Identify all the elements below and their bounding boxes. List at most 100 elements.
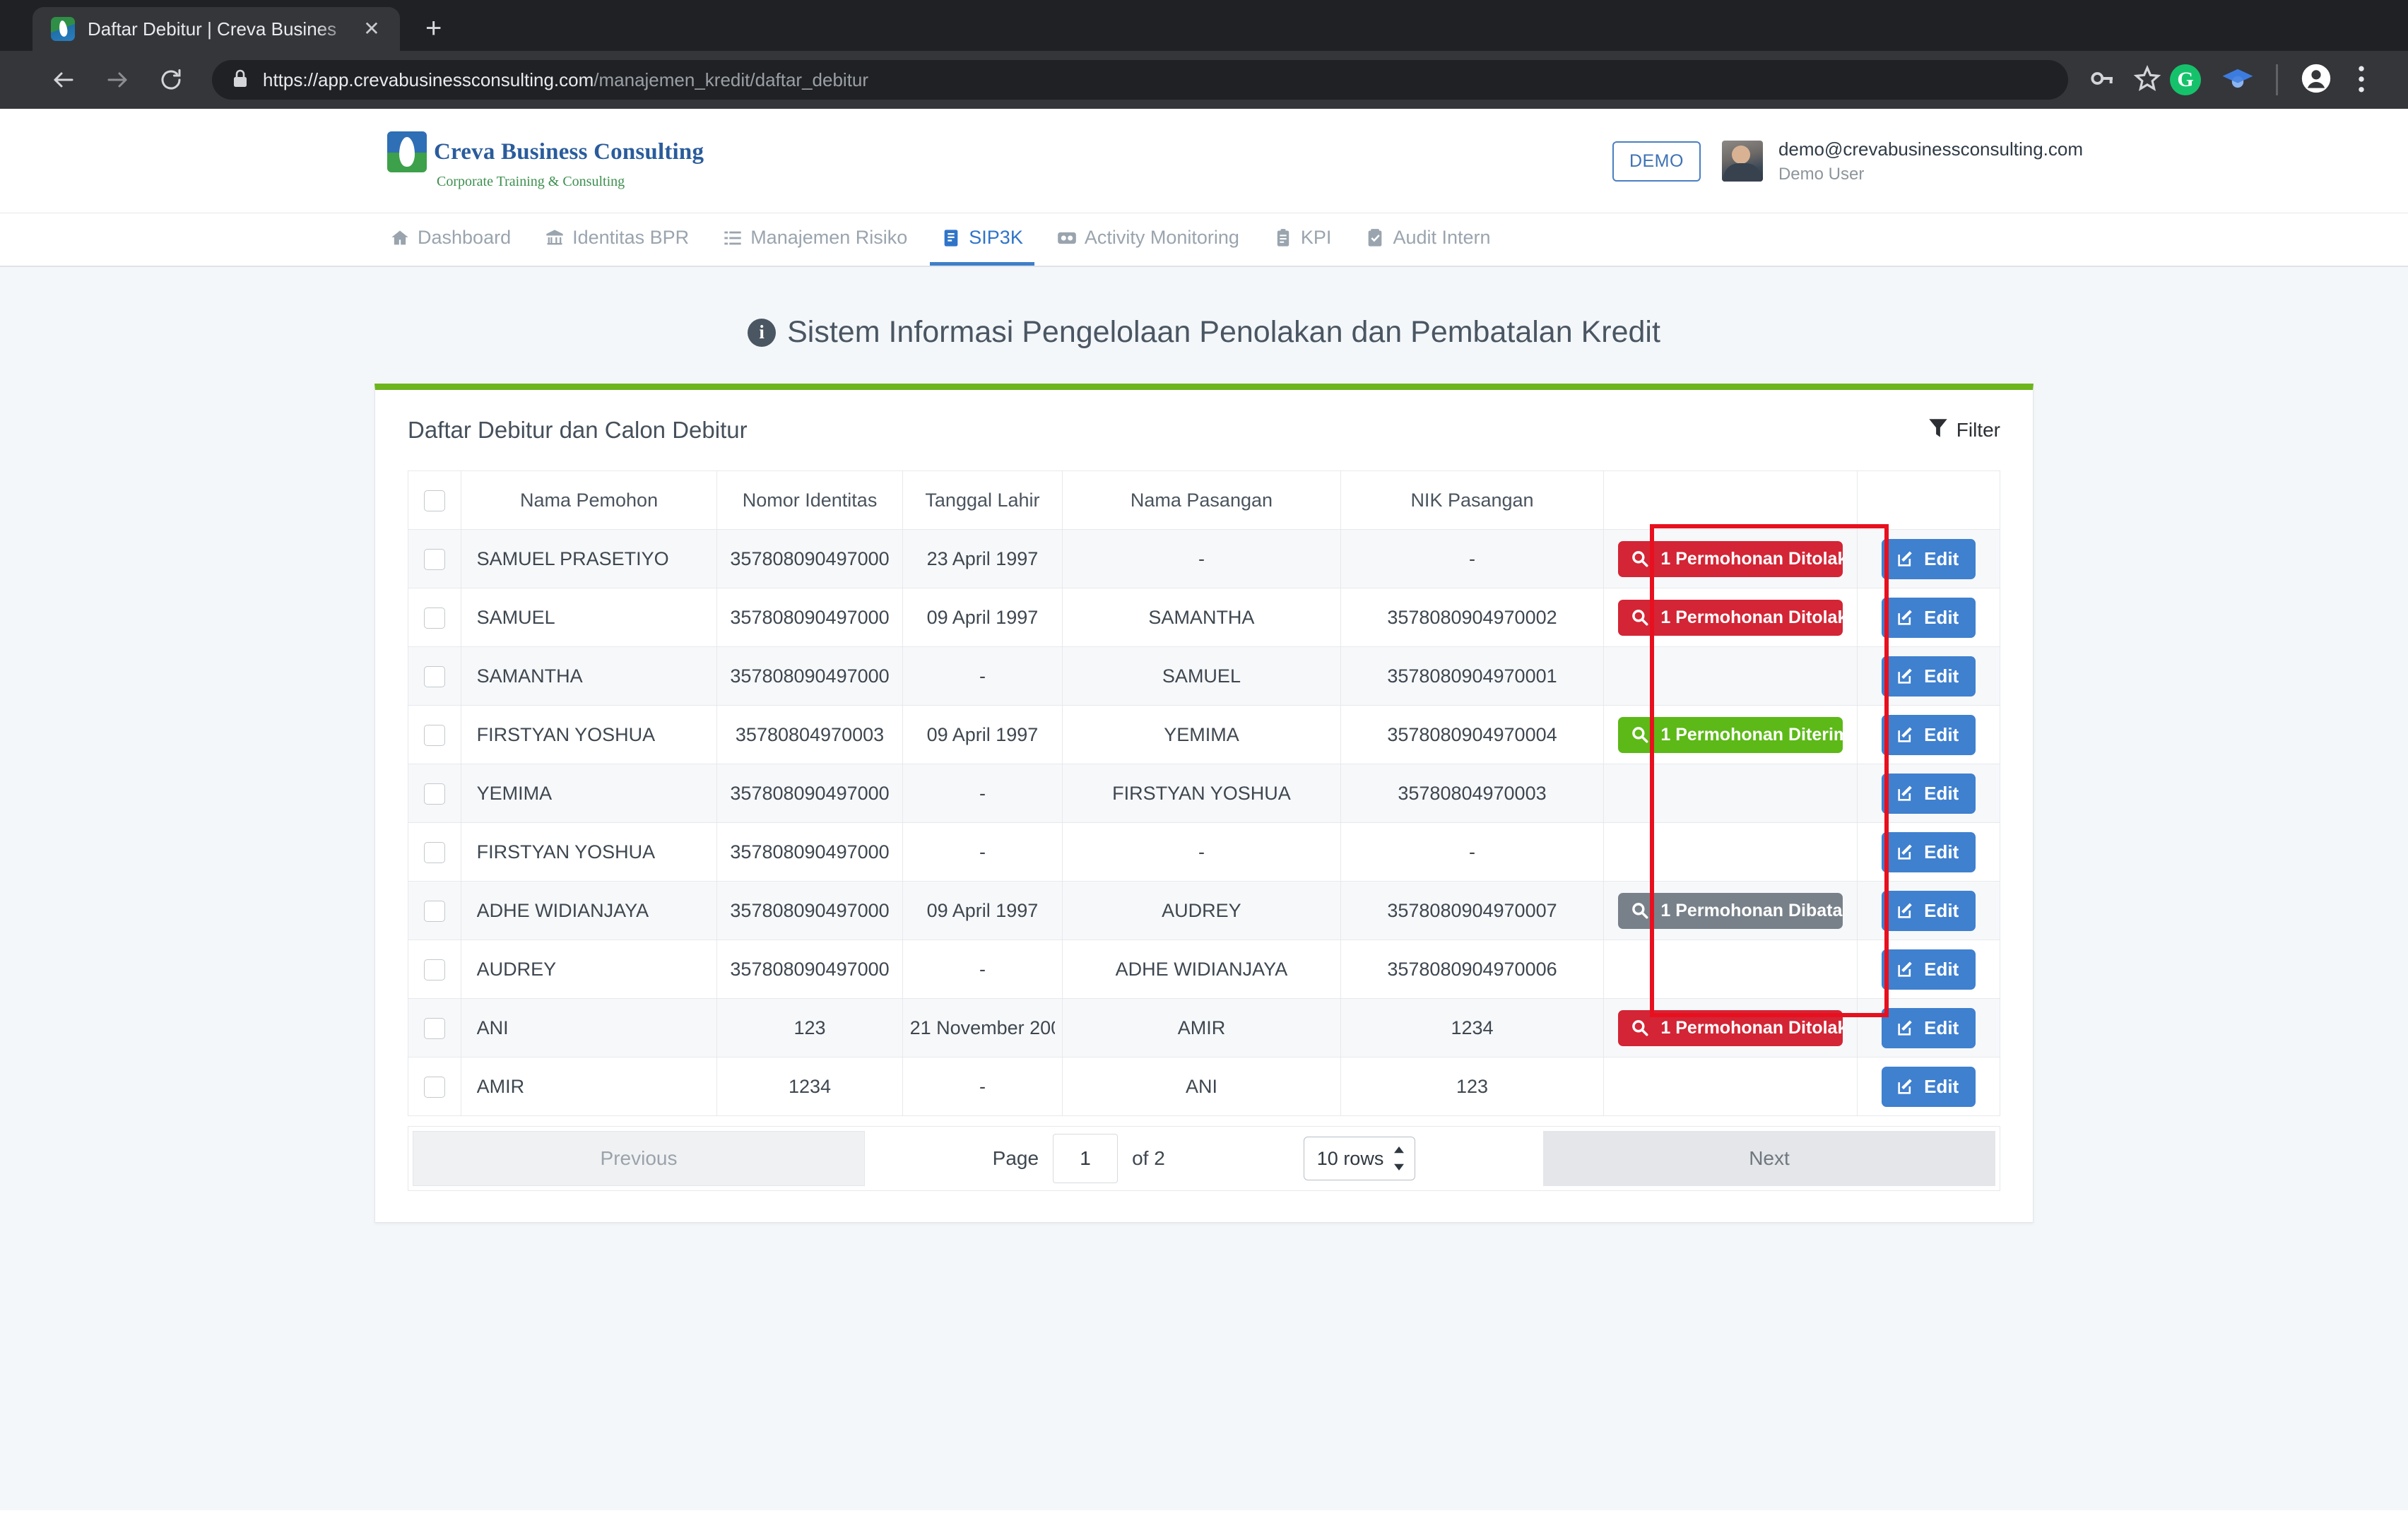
bookmark-star-icon[interactable] (2125, 64, 2170, 96)
lock-icon (232, 69, 249, 92)
status-badge-label: 1 Permohonan Dibatalkan (1660, 900, 1843, 920)
page-title: i Sistem Informasi Pengelolaan Penolakan… (0, 315, 2408, 350)
row-checkbox[interactable] (423, 1076, 445, 1098)
pagination-bar: Previous Page 1 of 2 10 rows Next (408, 1126, 2000, 1191)
status-badge[interactable]: 1 Permohonan Ditolak (1618, 599, 1843, 636)
new-tab-button[interactable]: + (425, 14, 442, 42)
page-number-input[interactable]: 1 (1053, 1134, 1119, 1183)
edit-button[interactable]: Edit (1882, 1066, 1976, 1107)
cell-tanggal-lahir: 21 November 2002 (902, 998, 1063, 1057)
column-nama-pasangan[interactable]: Nama Pasangan (1062, 470, 1341, 530)
select-all-checkbox[interactable] (423, 490, 445, 511)
row-select-cell (408, 1057, 461, 1116)
user-role: Demo User (1778, 164, 1865, 184)
edit-label: Edit (1924, 841, 1959, 863)
status-badge[interactable]: 1 Permohonan Diterima (1618, 716, 1843, 753)
rows-per-page-select[interactable]: 10 rows (1303, 1137, 1416, 1180)
page-title-text: Sistem Informasi Pengelolaan Penolakan d… (787, 315, 1660, 349)
table-row: ADHE WIDIANJAYA 357808090497000 09 April 1… (408, 881, 2000, 940)
password-key-icon[interactable] (2079, 64, 2125, 96)
row-checkbox[interactable] (423, 900, 445, 922)
nav-item-audit-intern[interactable]: Audit Intern (1354, 213, 1501, 266)
row-checkbox[interactable] (423, 665, 445, 687)
edit-button[interactable]: Edit (1882, 538, 1976, 579)
column-tanggal-lahir[interactable]: Tanggal Lahir (902, 470, 1063, 530)
pagination-middle: Page 1 of 2 10 rows (869, 1127, 1539, 1190)
chrome-menu-icon[interactable] (2339, 65, 2384, 94)
back-icon[interactable] (37, 67, 90, 93)
nav-item-manajemen-risiko[interactable]: Manajemen Risiko (712, 213, 919, 266)
cell-nama-pasangan: ANI (1062, 1057, 1341, 1116)
table-row: YEMIMA 357808090497000- FIRSTYAN YOSHUA 357… (408, 764, 2000, 823)
column-status (1603, 470, 1858, 530)
status-badge[interactable]: 1 Permohonan Dibatalkan (1618, 892, 1843, 929)
close-icon[interactable]: ✕ (359, 19, 384, 39)
edit-button[interactable]: Edit (1882, 597, 1976, 638)
row-checkbox[interactable] (423, 959, 445, 980)
row-checkbox[interactable] (423, 841, 445, 863)
browser-tab[interactable]: Daftar Debitur | Creva Busines ✕ (33, 7, 400, 51)
edit-button[interactable]: Edit (1882, 773, 1976, 814)
cell-actions: Edit (1857, 822, 2000, 882)
cell-nomor-identitas: 357808090497000 (716, 588, 903, 647)
cell-tanggal-lahir: 09 April 1997 (902, 881, 1063, 940)
edit-button[interactable]: Edit (1882, 1007, 1976, 1048)
demo-badge[interactable]: DEMO (1612, 141, 1701, 182)
edit-button[interactable]: Edit (1882, 656, 1976, 697)
row-select-cell (408, 764, 461, 823)
filter-button[interactable]: Filter (1928, 417, 2000, 444)
table-header-row: Nama Pemohon Nomor Identitas Tanggal Lah… (408, 470, 2000, 530)
row-select-cell (408, 588, 461, 647)
column-actions (1857, 470, 2000, 530)
column-nik-pasangan[interactable]: NIK Pasangan (1340, 470, 1605, 530)
user-area: DEMO demo@crevabusinessconsulting.com De… (1612, 109, 2083, 213)
row-checkbox[interactable] (423, 607, 445, 629)
row-checkbox[interactable] (423, 548, 445, 570)
edit-button[interactable]: Edit (1882, 949, 1976, 990)
next-button[interactable]: Next (1543, 1131, 1995, 1186)
status-badge[interactable]: 1 Permohonan Ditolak (1618, 540, 1843, 577)
cell-status: 1 Permohonan Dibatalkan (1603, 881, 1858, 940)
status-badge-label: 1 Permohonan Diterima (1660, 724, 1843, 745)
cell-nomor-identitas: 1234 (716, 1057, 903, 1116)
nav-label: Activity Monitoring (1084, 227, 1239, 248)
cell-nama-pemohon: FIRSTYAN YOSHUA (460, 822, 718, 882)
reload-icon[interactable] (144, 67, 198, 93)
profile-icon[interactable] (2294, 63, 2339, 97)
cell-nama-pemohon: FIRSTYAN YOSHUA (460, 705, 718, 764)
logo-secondary-text: Corporate Training & Consulting (437, 174, 625, 189)
row-select-cell (408, 881, 461, 940)
column-nomor-identitas[interactable]: Nomor Identitas (716, 470, 903, 530)
cell-nama-pasangan: SAMUEL (1062, 646, 1341, 706)
checklist-icon (1365, 228, 1385, 248)
nav-item-activity-monitoring[interactable]: Activity Monitoring (1046, 213, 1251, 266)
table-head: Nama Pemohon Nomor Identitas Tanggal Lah… (408, 470, 2000, 530)
spinner-arrows-icon (1393, 1146, 1405, 1171)
address-bar[interactable]: https://app.crevabusinessconsulting.com/… (212, 60, 2068, 100)
avatar[interactable] (1721, 141, 1763, 182)
cell-actions: Edit (1857, 646, 2000, 706)
edit-label: Edit (1924, 782, 1959, 804)
previous-button[interactable]: Previous (413, 1131, 865, 1186)
select-all-header (408, 470, 461, 530)
edit-button[interactable]: Edit (1882, 831, 1976, 872)
brand-logo[interactable]: Creva Business Consulting Corporate Trai… (387, 131, 704, 190)
education-extension-icon[interactable] (2215, 64, 2260, 96)
row-checkbox[interactable] (423, 1017, 445, 1039)
nav-item-kpi[interactable]: KPI (1262, 213, 1343, 266)
nav-label: Audit Intern (1393, 227, 1491, 248)
column-nama-pemohon[interactable]: Nama Pemohon (460, 470, 718, 530)
row-checkbox[interactable] (423, 724, 445, 746)
grammarly-extension-icon[interactable]: G (2170, 64, 2215, 95)
cell-tanggal-lahir: - (902, 1057, 1063, 1116)
cell-tanggal-lahir: 09 April 1997 (902, 588, 1063, 647)
nav-item-identitas-bpr[interactable]: Identitas BPR (533, 213, 700, 266)
row-checkbox[interactable] (423, 783, 445, 805)
cell-nik-pasangan: 123 (1340, 1057, 1605, 1116)
edit-button[interactable]: Edit (1882, 714, 1976, 755)
status-badge[interactable]: 1 Permohonan Ditolak (1618, 1009, 1843, 1046)
edit-button[interactable]: Edit (1882, 890, 1976, 931)
nav-item-dashboard[interactable]: Dashboard (379, 213, 522, 266)
nav-item-sip3k[interactable]: SIP3K (930, 213, 1034, 266)
cell-tanggal-lahir: - (902, 646, 1063, 706)
